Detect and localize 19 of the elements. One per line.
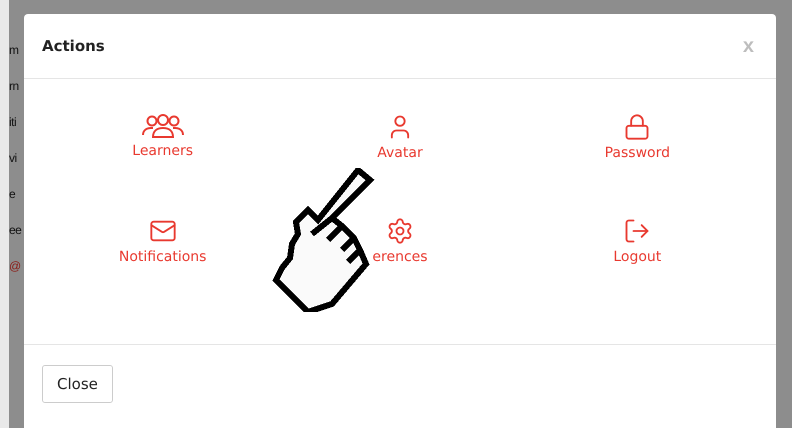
- logout-icon: [623, 217, 652, 245]
- group-icon: [140, 113, 185, 139]
- background-text: vi: [9, 150, 18, 167]
- action-item[interactable]: Avatar: [371, 109, 429, 165]
- dialog-title: Actions: [42, 37, 105, 55]
- background-text: ee: [9, 222, 22, 239]
- action-item[interactable]: Learners: [126, 109, 200, 163]
- background-text: @: [9, 258, 22, 275]
- background-text: iti: [9, 114, 18, 131]
- settings-icon: [386, 217, 414, 245]
- close-dialog-button[interactable]: Close: [42, 365, 113, 403]
- action-item[interactable]: Logout: [607, 213, 668, 269]
- action-item[interactable]: erences: [366, 213, 434, 269]
- action-item[interactable]: Notifications: [112, 213, 212, 269]
- background-text: m: [9, 42, 20, 59]
- action-item[interactable]: Password: [598, 109, 676, 165]
- background-text: rn: [9, 78, 20, 95]
- lock-icon: [623, 113, 652, 141]
- background-text: e: [9, 186, 16, 203]
